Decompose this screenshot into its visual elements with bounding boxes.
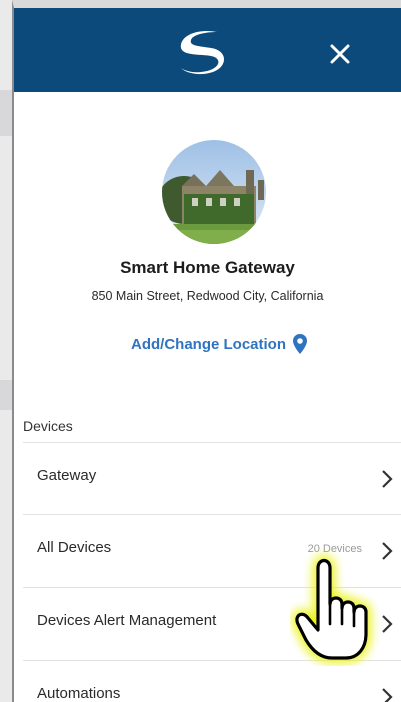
- background-shape: [0, 380, 12, 410]
- add-change-location-label: Add/Change Location: [131, 335, 286, 353]
- chevron-right-icon: [382, 615, 393, 633]
- menu-item-label: All Devices: [37, 539, 112, 556]
- chevron-right-icon: [382, 542, 393, 560]
- background-page-edge: [0, 0, 12, 702]
- chevron-right-icon: [382, 470, 393, 488]
- devices-section-label: Devices: [23, 418, 73, 434]
- close-button[interactable]: [324, 38, 356, 70]
- menu-header: [14, 8, 401, 92]
- menu-item-gateway[interactable]: Gateway: [23, 442, 401, 514]
- brand-logo: [180, 30, 225, 75]
- chevron-right-icon: [382, 688, 393, 702]
- pointer-hand-icon: [292, 555, 371, 663]
- background-shape: [0, 90, 12, 136]
- menu-item-automations[interactable]: Automations: [23, 660, 401, 702]
- location-photo-avatar: [162, 140, 266, 244]
- menu-item-label: Devices Alert Management: [37, 612, 217, 629]
- close-icon: [330, 44, 350, 64]
- menu-item-label: Automations: [37, 685, 121, 702]
- menu-item-label: Gateway: [37, 467, 97, 484]
- location-address: 850 Main Street, Redwood City, Californi…: [91, 289, 324, 303]
- map-pin-icon: [293, 334, 307, 354]
- add-change-location-link[interactable]: Add/Change Location: [131, 332, 308, 356]
- location-title: Smart Home Gateway: [120, 258, 295, 277]
